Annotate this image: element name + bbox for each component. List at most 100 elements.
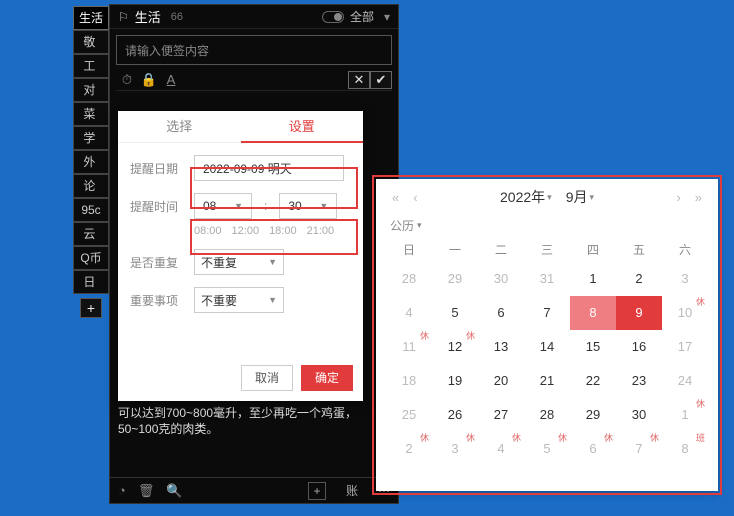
calendar-day[interactable]: 31	[524, 262, 570, 296]
filter-all[interactable]: 全部	[350, 8, 374, 25]
time-preset[interactable]: 08:00	[194, 225, 222, 237]
reminder-settings-popup: 选择 设置 提醒日期 2022-09-09 明天 提醒时间 08 ▼ : 30 …	[118, 111, 363, 401]
history-icon[interactable]: ◔	[118, 483, 126, 498]
calendar-day[interactable]: 25	[386, 398, 432, 432]
calendar-day[interactable]: 2	[616, 262, 662, 296]
important-label: 重要事项	[130, 292, 182, 309]
left-tab-item[interactable]: 工	[73, 54, 109, 78]
calendar-day[interactable]: 4休	[478, 432, 524, 466]
minute-select[interactable]: 30 ▼	[279, 193, 337, 219]
left-tab-item[interactable]: 日	[73, 270, 109, 294]
year-select[interactable]: 2022年 ▾	[496, 187, 556, 207]
calendar-day[interactable]: 2休	[386, 432, 432, 466]
calendar-day[interactable]: 30	[616, 398, 662, 432]
text-color-icon[interactable]: A	[160, 71, 182, 89]
month-value: 9月	[566, 187, 588, 207]
calendar-day[interactable]: 1	[570, 262, 616, 296]
repeat-select[interactable]: 不重复 ▼	[194, 249, 284, 275]
calendar-day[interactable]: 18	[386, 364, 432, 398]
left-tab-item[interactable]: 云	[73, 222, 109, 246]
left-tab-item[interactable]: 论	[73, 174, 109, 198]
calendar-day[interactable]: 8班	[662, 432, 708, 466]
note-input[interactable]: 请输入便签内容	[116, 35, 392, 65]
calendar-day[interactable]: 9	[616, 296, 662, 330]
calendar-day[interactable]: 4	[386, 296, 432, 330]
time-preset[interactable]: 12:00	[232, 225, 260, 237]
calendar-day[interactable]: 22	[570, 364, 616, 398]
calendar-day[interactable]: 20	[478, 364, 524, 398]
calendar-day[interactable]: 7	[524, 296, 570, 330]
calendar-day[interactable]: 13	[478, 330, 524, 364]
tab-set[interactable]: 设置	[241, 111, 364, 143]
calendar-day[interactable]: 28	[386, 262, 432, 296]
search-icon[interactable]: 🔍	[166, 483, 182, 499]
calendar-dow: 四	[570, 238, 616, 262]
prev-month-button[interactable]: ‹	[409, 190, 421, 205]
calendar-day[interactable]: 21	[524, 364, 570, 398]
calendar-dow: 六	[662, 238, 708, 262]
chevron-down-icon[interactable]: ▾	[384, 10, 390, 24]
chevron-down-icon: ▾	[589, 192, 594, 203]
left-tab-item[interactable]: 菜	[73, 102, 109, 126]
left-tab-item[interactable]: 95c	[73, 198, 109, 222]
ok-button[interactable]: 确定	[301, 365, 353, 391]
left-tab-item[interactable]: 外	[73, 150, 109, 174]
calendar-day[interactable]: 16	[616, 330, 662, 364]
left-tab-item[interactable]: 生活	[73, 6, 109, 30]
calendar-day[interactable]: 8	[570, 296, 616, 330]
calendar-day[interactable]: 15	[570, 330, 616, 364]
calendar-day[interactable]: 17	[662, 330, 708, 364]
calendar-day[interactable]: 26	[432, 398, 478, 432]
important-select[interactable]: 不重要 ▼	[194, 287, 284, 313]
reminder-date-field[interactable]: 2022-09-09 明天	[194, 155, 344, 181]
reminder-icon[interactable]: ⏱	[116, 71, 138, 89]
month-select[interactable]: 9月 ▾	[562, 187, 598, 207]
calendar-day[interactable]: 3	[662, 262, 708, 296]
left-tab-item[interactable]: 敬	[73, 30, 109, 54]
trash-icon[interactable]: 🗑	[138, 483, 155, 499]
calendar-day[interactable]: 10休	[662, 296, 708, 330]
prev-year-button[interactable]: «	[388, 190, 403, 205]
next-year-button[interactable]: »	[691, 190, 706, 205]
lock-icon[interactable]: 🔒	[138, 71, 160, 89]
confirm-button[interactable]: ✔	[370, 71, 392, 89]
holiday-badge: 休	[466, 434, 475, 443]
add-tab-button[interactable]: +	[80, 298, 102, 318]
hour-select[interactable]: 08 ▼	[194, 193, 252, 219]
time-preset[interactable]: 21:00	[307, 225, 335, 237]
calendar-day[interactable]: 30	[478, 262, 524, 296]
tab-select[interactable]: 选择	[118, 111, 241, 143]
calendar-day[interactable]: 5休	[524, 432, 570, 466]
calendar-day[interactable]: 28	[524, 398, 570, 432]
left-tab-item[interactable]: 学	[73, 126, 109, 150]
calendar-day[interactable]: 6休	[570, 432, 616, 466]
panel-footer: ◔ 🗑 🔍 + 账 ⋯	[110, 477, 398, 503]
calendar-day[interactable]: 11休	[386, 330, 432, 364]
toggle-switch[interactable]	[322, 11, 344, 23]
calendar-day[interactable]: 6	[478, 296, 524, 330]
time-label: 提醒时间	[130, 198, 182, 215]
calendar-day[interactable]: 14	[524, 330, 570, 364]
add-note-button[interactable]: +	[308, 482, 326, 500]
calendar-type-select[interactable]: 公历 ▾	[376, 215, 718, 234]
calendar-day[interactable]: 29	[432, 262, 478, 296]
calendar-dow: 日	[386, 238, 432, 262]
calendar-day[interactable]: 3休	[432, 432, 478, 466]
time-preset[interactable]: 18:00	[269, 225, 297, 237]
calendar-day[interactable]: 5	[432, 296, 478, 330]
account-button[interactable]: 账	[346, 482, 358, 499]
calendar-day[interactable]: 24	[662, 364, 708, 398]
calendar-day[interactable]: 29	[570, 398, 616, 432]
calendar-day[interactable]: 27	[478, 398, 524, 432]
calendar-day[interactable]: 1休	[662, 398, 708, 432]
note-body-text: 可以达到700~800毫升，至少再吃一个鸡蛋，50~100克的肉类。	[118, 405, 390, 437]
calendar-day[interactable]: 23	[616, 364, 662, 398]
left-tab-item[interactable]: 对	[73, 78, 109, 102]
cancel-button[interactable]: 取消	[241, 365, 293, 391]
calendar-day[interactable]: 7休	[616, 432, 662, 466]
close-button[interactable]: ✕	[348, 71, 370, 89]
calendar-day[interactable]: 19	[432, 364, 478, 398]
left-tab-item[interactable]: Q币	[73, 246, 109, 270]
next-month-button[interactable]: ›	[672, 190, 684, 205]
calendar-day[interactable]: 12休	[432, 330, 478, 364]
